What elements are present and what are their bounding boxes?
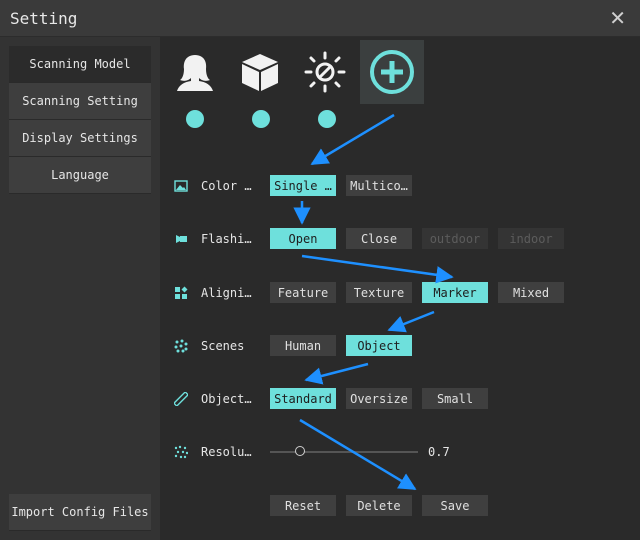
reset-button[interactable]: Reset (270, 495, 336, 516)
sidebar-item-display-settings[interactable]: Display Settings (9, 120, 151, 157)
sidebar-item-label: Scanning Model (29, 57, 131, 71)
import-config-label: Import Config Files (11, 505, 149, 519)
sidebar-item-label: Display Settings (22, 131, 138, 145)
resolution-value: 0.7 (428, 445, 450, 459)
plus-circle-icon (370, 50, 414, 94)
save-button[interactable]: Save (422, 495, 488, 516)
scenes-human-button[interactable]: Human (270, 335, 336, 356)
mode-object[interactable] (228, 40, 292, 104)
mode-light[interactable] (293, 40, 357, 104)
delete-button[interactable]: Delete (346, 495, 412, 516)
flow-arrow (304, 362, 369, 385)
sidebar-item-scanning-setting[interactable]: Scanning Setting (9, 83, 151, 120)
scenes-icon (174, 339, 188, 353)
resolution-slider-track[interactable] (270, 451, 418, 453)
color-single-button[interactable]: Single … (270, 175, 336, 196)
object-standard-button[interactable]: Standard (270, 388, 336, 409)
box-icon (242, 54, 278, 91)
scenes-object-button[interactable]: Object (346, 335, 412, 356)
object-small-button[interactable]: Small (422, 388, 488, 409)
color-label: Color … (201, 179, 252, 193)
sidebar: Scanning Model Scanning Setting Display … (0, 37, 160, 540)
align-mixed-button[interactable]: Mixed (498, 282, 564, 303)
sidebar-item-label: Scanning Setting (22, 94, 138, 108)
resolution-slider-handle[interactable] (294, 446, 305, 456)
flash-indoor-button[interactable]: indoor (498, 228, 564, 249)
object-oversize-button[interactable]: Oversize (346, 388, 412, 409)
mode-indicator-dot (252, 110, 270, 128)
sidebar-item-label: Language (51, 168, 109, 182)
image-icon (174, 180, 188, 192)
flow-arrow (301, 254, 454, 284)
alignment-icon (175, 286, 188, 299)
object-size-label: Object… (201, 392, 252, 406)
flash-label: Flashi… (201, 232, 252, 246)
flash-open-button[interactable]: Open (270, 228, 336, 249)
flash-close-button[interactable]: Close (346, 228, 412, 249)
window-title: Setting (10, 9, 78, 28)
flashlight-icon (176, 235, 187, 243)
sun-icon (304, 51, 346, 93)
mode-custom[interactable] (360, 40, 424, 104)
title-bar: Setting ✕ (0, 0, 640, 37)
sidebar-item-scanning-model[interactable]: Scanning Model (9, 46, 151, 83)
flow-arrow (387, 310, 435, 333)
flash-outdoor-button[interactable]: outdoor (422, 228, 488, 249)
flow-arrow (299, 418, 417, 491)
mode-indicator-dot (318, 110, 336, 128)
alignment-label: Aligni… (201, 286, 252, 300)
resolution-icon (174, 445, 188, 459)
align-marker-button[interactable]: Marker (422, 282, 488, 303)
mode-human[interactable] (163, 40, 227, 104)
scenes-label: Scenes (201, 339, 245, 353)
color-multi-button[interactable]: Multico… (346, 175, 412, 196)
ruler-icon (174, 392, 188, 406)
sidebar-item-language[interactable]: Language (9, 157, 151, 194)
align-texture-button[interactable]: Texture (346, 282, 412, 303)
close-icon[interactable]: ✕ (609, 6, 626, 30)
align-feature-button[interactable]: Feature (270, 282, 336, 303)
person-icon (177, 55, 213, 91)
mode-indicator-dot (186, 110, 204, 128)
resolution-label: Resolu… (201, 445, 252, 459)
main-panel: Color … Single … Multico… Flashi… Open C… (160, 37, 640, 540)
import-config-button[interactable]: Import Config Files (9, 494, 151, 531)
